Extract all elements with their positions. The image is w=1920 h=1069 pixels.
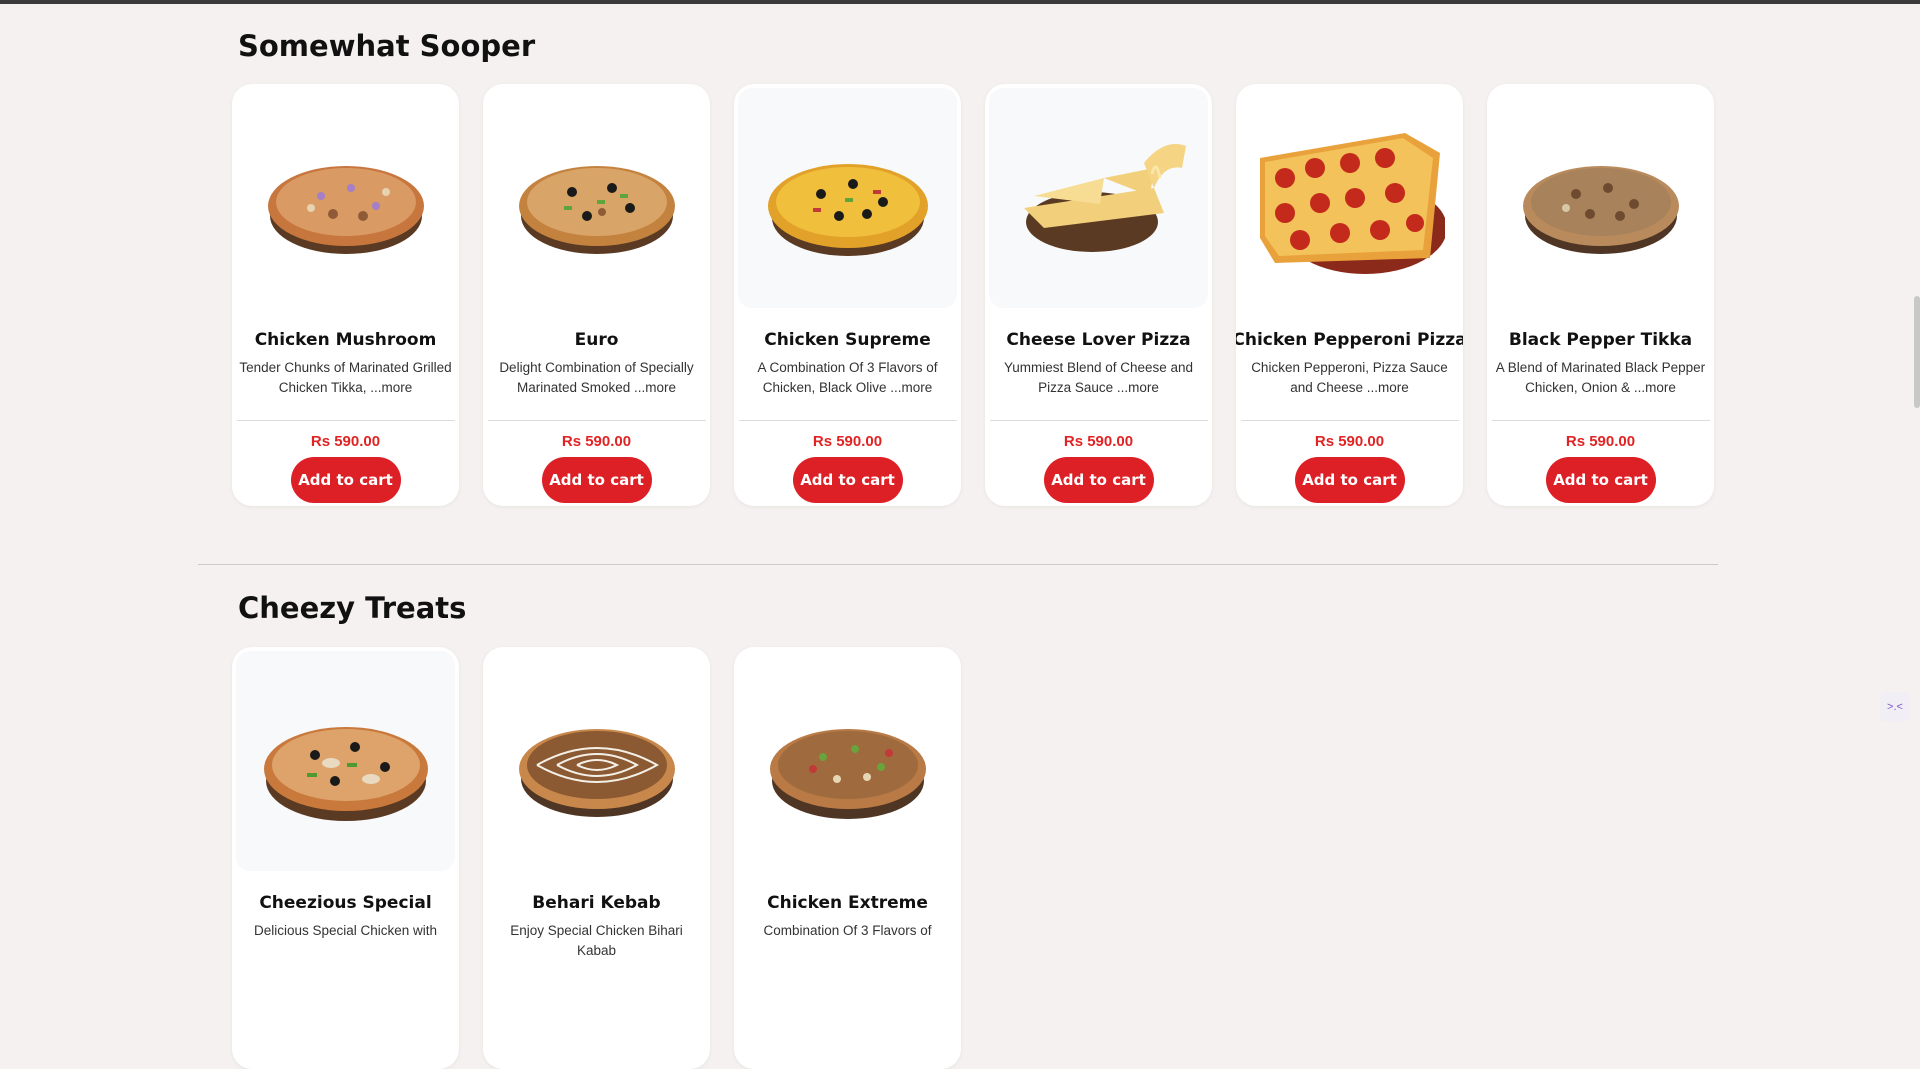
more-link[interactable]: ...more: [1117, 380, 1159, 395]
divider: [487, 420, 706, 421]
product-card[interactable]: Chicken Pepperoni Pizza Chicken Pepperon…: [1236, 84, 1463, 506]
product-card[interactable]: Chicken Supreme A Combination Of 3 Flavo…: [734, 84, 961, 506]
section-title: Somewhat Sooper: [238, 29, 536, 63]
product-description: Combination Of 3 Flavors of: [763, 923, 932, 938]
pizza-image[interactable]: [989, 88, 1208, 308]
product-grid: Cheezious Special Delicious Special Chic…: [198, 647, 1718, 1069]
product-price: Rs 590.00: [561, 433, 632, 450]
more-link[interactable]: ...more: [1367, 380, 1409, 395]
divider: [236, 420, 455, 421]
pizza-image[interactable]: [236, 88, 455, 308]
product-description: A Combination Of 3 Flavors of Chicken, B…: [757, 360, 938, 395]
product-card[interactable]: Chicken Mushroom Tender Chunks of Marina…: [232, 84, 459, 506]
product-description: Tender Chunks of Marinated Grilled Chick…: [239, 360, 452, 395]
product-name: Behari Kebab: [532, 893, 661, 913]
more-link[interactable]: ...more: [1634, 380, 1676, 395]
product-name: Chicken Pepperoni Pizza: [1236, 330, 1463, 350]
product-name: Chicken Mushroom: [254, 330, 437, 350]
product-description: Enjoy Special Chicken Bihari Kabab: [510, 923, 683, 958]
product-price: Rs 590.00: [1063, 433, 1134, 450]
divider: [989, 420, 1208, 421]
product-name: Chicken Extreme: [767, 893, 928, 913]
pizza-image[interactable]: [487, 88, 706, 308]
product-card[interactable]: Cheezious Special Delicious Special Chic…: [232, 647, 459, 1069]
product-card[interactable]: Black Pepper Tikka A Blend of Marinated …: [1487, 84, 1714, 506]
add-to-cart-button[interactable]: Add to cart: [1043, 457, 1154, 503]
product-price: Rs 590.00: [310, 433, 381, 450]
chat-bot-glyph: >.<: [1887, 701, 1903, 713]
product-name: Cheezious Special: [259, 893, 432, 913]
more-link[interactable]: ...more: [890, 380, 932, 395]
chat-bot-icon[interactable]: >.<: [1880, 692, 1910, 722]
product-name: Black Pepper Tikka: [1508, 330, 1693, 350]
section-cheezy-treats: Cheezy Treats Cheezious Special Deliciou: [198, 564, 1718, 1069]
product-price: Rs 590.00: [812, 433, 883, 450]
product-card[interactable]: Chicken Extreme Combination Of 3 Flavors…: [734, 647, 961, 1069]
add-to-cart-button[interactable]: Add to cart: [1545, 457, 1656, 503]
divider: [1491, 420, 1710, 421]
add-to-cart-button[interactable]: Add to cart: [290, 457, 401, 503]
pizza-image[interactable]: [1491, 88, 1710, 308]
product-price: Rs 590.00: [1565, 433, 1636, 450]
divider: [738, 420, 957, 421]
pizza-image[interactable]: [236, 651, 455, 871]
product-grid: Chicken Mushroom Tender Chunks of Marina…: [198, 84, 1718, 506]
pizza-image[interactable]: [487, 651, 706, 871]
section-somewhat-sooper: Somewhat Sooper Chicken Mushroom Tender: [198, 0, 1718, 506]
product-card[interactable]: Behari Kebab Enjoy Special Chicken Bihar…: [483, 647, 710, 1069]
more-link[interactable]: ...more: [370, 380, 412, 395]
pizza-image[interactable]: [738, 88, 957, 308]
add-to-cart-button[interactable]: Add to cart: [1294, 457, 1405, 503]
product-card[interactable]: Cheese Lover Pizza Yummiest Blend of Che…: [985, 84, 1212, 506]
add-to-cart-button[interactable]: Add to cart: [541, 457, 652, 503]
pizza-image[interactable]: [1240, 88, 1459, 308]
menu-content: Somewhat Sooper Chicken Mushroom Tender: [198, 0, 1718, 1069]
product-name: Cheese Lover Pizza: [1006, 330, 1191, 350]
product-description: Yummiest Blend of Cheese and Pizza Sauce…: [1003, 360, 1194, 395]
product-description: Delicious Special Chicken with: [253, 923, 438, 938]
product-description: Chicken Pepperoni, Pizza Sauce and Chees…: [1251, 360, 1448, 395]
more-link[interactable]: ...more: [634, 380, 676, 395]
section-title: Cheezy Treats: [238, 591, 467, 625]
product-name: Chicken Supreme: [764, 330, 931, 350]
product-description: Delight Combination of Specially Marinat…: [499, 360, 694, 395]
scrollbar-thumb[interactable]: [1914, 296, 1920, 408]
pizza-image[interactable]: [738, 651, 957, 871]
divider: [1240, 420, 1459, 421]
product-price: Rs 590.00: [1314, 433, 1385, 450]
product-name: Euro: [574, 330, 619, 350]
product-card[interactable]: Euro Delight Combination of Specially Ma…: [483, 84, 710, 506]
product-description: A Blend of Marinated Black Pepper Chicke…: [1495, 360, 1706, 395]
add-to-cart-button[interactable]: Add to cart: [792, 457, 903, 503]
